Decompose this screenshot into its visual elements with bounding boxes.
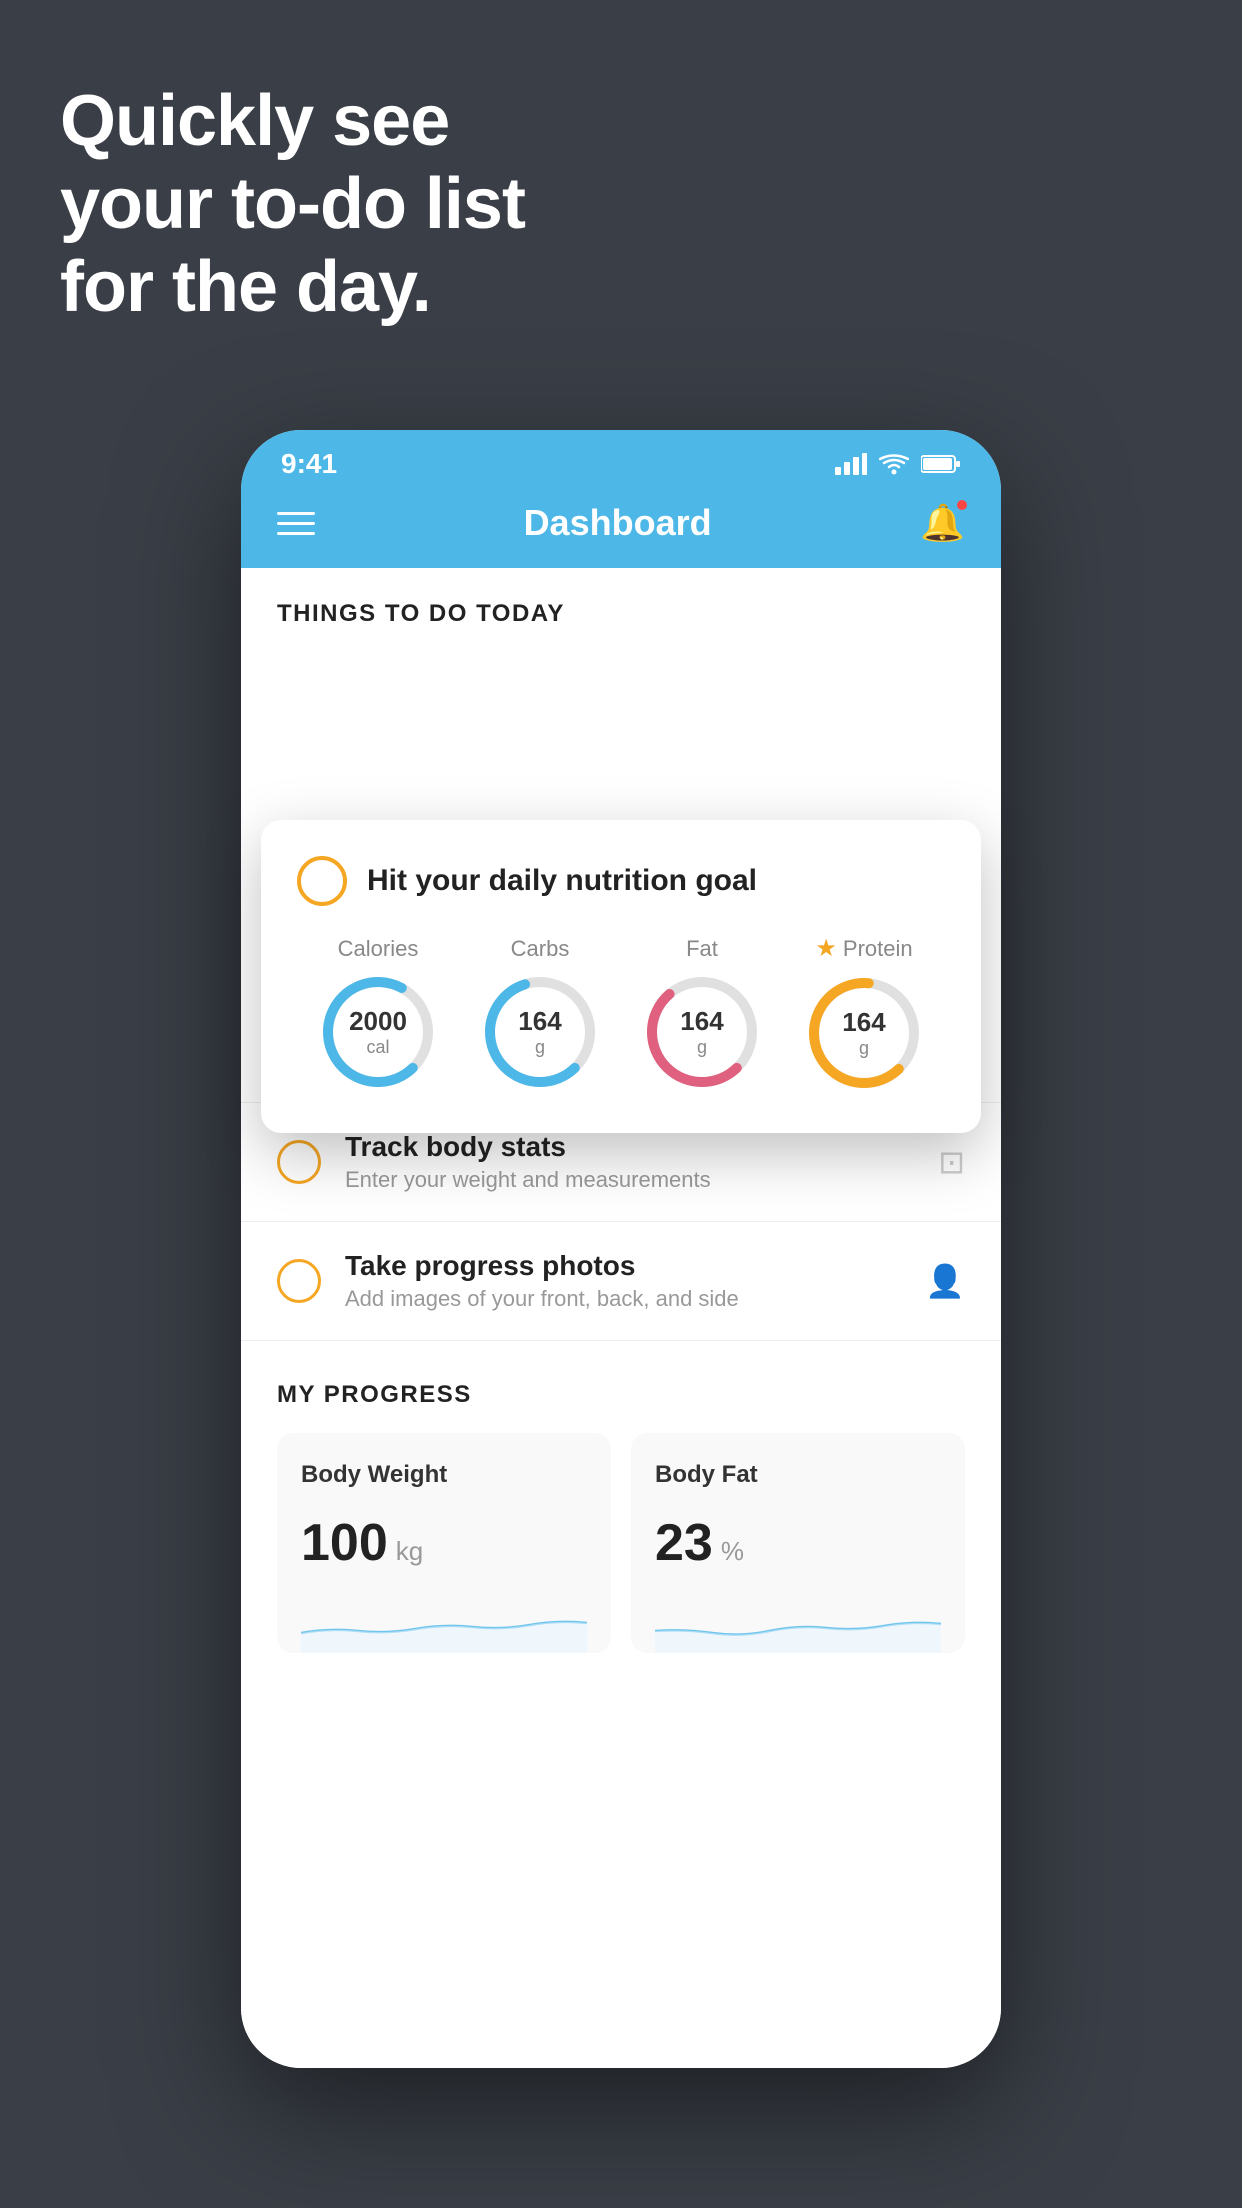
nav-bar: Dashboard 🔔 (241, 490, 1001, 568)
carbs-unit: g (518, 1037, 561, 1058)
fat-value: 164 (680, 1006, 723, 1037)
wifi-icon (879, 453, 909, 475)
fat-circle: 164 g (642, 972, 762, 1092)
carbs-value: 164 (518, 1006, 561, 1037)
notification-bell[interactable]: 🔔 (920, 502, 965, 544)
scale-icon: ⊡ (938, 1143, 965, 1181)
todo-title-body-stats: Track body stats (345, 1131, 914, 1163)
body-fat-chart (655, 1593, 941, 1653)
progress-title: MY PROGRESS (277, 1381, 965, 1409)
card-title: Hit your daily nutrition goal (367, 864, 757, 898)
carbs-circle: 164 g (480, 972, 600, 1092)
body-weight-chart (301, 1593, 587, 1653)
card-title-row: Hit your daily nutrition goal (297, 856, 945, 906)
nav-title: Dashboard (524, 502, 712, 544)
progress-card-body-fat[interactable]: Body Fat 23 % (631, 1433, 965, 1653)
body-weight-value-row: 100 kg (301, 1513, 587, 1573)
calories-circle: 2000 cal (318, 972, 438, 1092)
calories-unit: cal (349, 1037, 407, 1058)
todo-checkbox-photos[interactable] (277, 1259, 321, 1303)
nutrition-fat: Fat 164 g (642, 936, 762, 1092)
carbs-label: Carbs (511, 936, 570, 962)
body-weight-title: Body Weight (301, 1461, 587, 1489)
progress-cards: Body Weight 100 kg Body Fat 23 % (277, 1433, 965, 1653)
protein-circle: 164 g (804, 973, 924, 1093)
todo-item-photos[interactable]: Take progress photos Add images of your … (241, 1222, 1001, 1341)
todo-title-photos: Take progress photos (345, 1250, 901, 1282)
todo-sub-body-stats: Enter your weight and measurements (345, 1167, 914, 1193)
nutrition-carbs: Carbs 164 g (480, 936, 600, 1092)
status-icons (835, 453, 961, 475)
status-time: 9:41 (281, 448, 337, 480)
notification-dot (955, 498, 969, 512)
body-fat-number: 23 (655, 1513, 713, 1573)
star-icon: ★ (815, 934, 837, 963)
todo-checkbox-body-stats[interactable] (277, 1140, 321, 1184)
calories-value: 2000 (349, 1006, 407, 1037)
progress-card-body-weight[interactable]: Body Weight 100 kg (277, 1433, 611, 1653)
body-fat-unit: % (721, 1536, 744, 1567)
body-weight-number: 100 (301, 1513, 388, 1573)
hero-text: Quickly see your to-do list for the day. (60, 80, 525, 328)
fat-unit: g (680, 1037, 723, 1058)
hamburger-menu[interactable] (277, 512, 315, 535)
hero-line1: Quickly see (60, 80, 525, 163)
body-fat-value-row: 23 % (655, 1513, 941, 1573)
body-fat-title: Body Fat (655, 1461, 941, 1489)
nutrition-protein: ★ Protein 164 g (804, 934, 924, 1093)
floating-nutrition-card: Hit your daily nutrition goal Calories 2… (261, 820, 981, 1133)
calories-label: Calories (338, 936, 419, 962)
protein-label: ★ Protein (815, 934, 912, 963)
progress-section: MY PROGRESS Body Weight 100 kg Body Fat (241, 1341, 1001, 1689)
card-circle-check (297, 856, 347, 906)
fat-label: Fat (686, 936, 718, 962)
status-bar: 9:41 (241, 430, 1001, 490)
things-to-do-header: THINGS TO DO TODAY (241, 568, 1001, 644)
battery-icon (921, 453, 961, 475)
photo-icon: 👤 (925, 1262, 965, 1300)
nutrition-calories: Calories 2000 cal (318, 936, 438, 1092)
body-weight-unit: kg (396, 1536, 423, 1567)
content-area: THINGS TO DO TODAY Running Track your st… (241, 568, 1001, 2068)
hero-line2: your to-do list (60, 163, 525, 246)
signal-icon (835, 453, 867, 475)
protein-value: 164 (842, 1007, 885, 1038)
protein-unit: g (842, 1038, 885, 1059)
phone-frame: 9:41 (241, 430, 1001, 2068)
todo-sub-photos: Add images of your front, back, and side (345, 1286, 901, 1312)
hero-line3: for the day. (60, 246, 525, 329)
nutrition-row: Calories 2000 cal Carbs (297, 934, 945, 1093)
